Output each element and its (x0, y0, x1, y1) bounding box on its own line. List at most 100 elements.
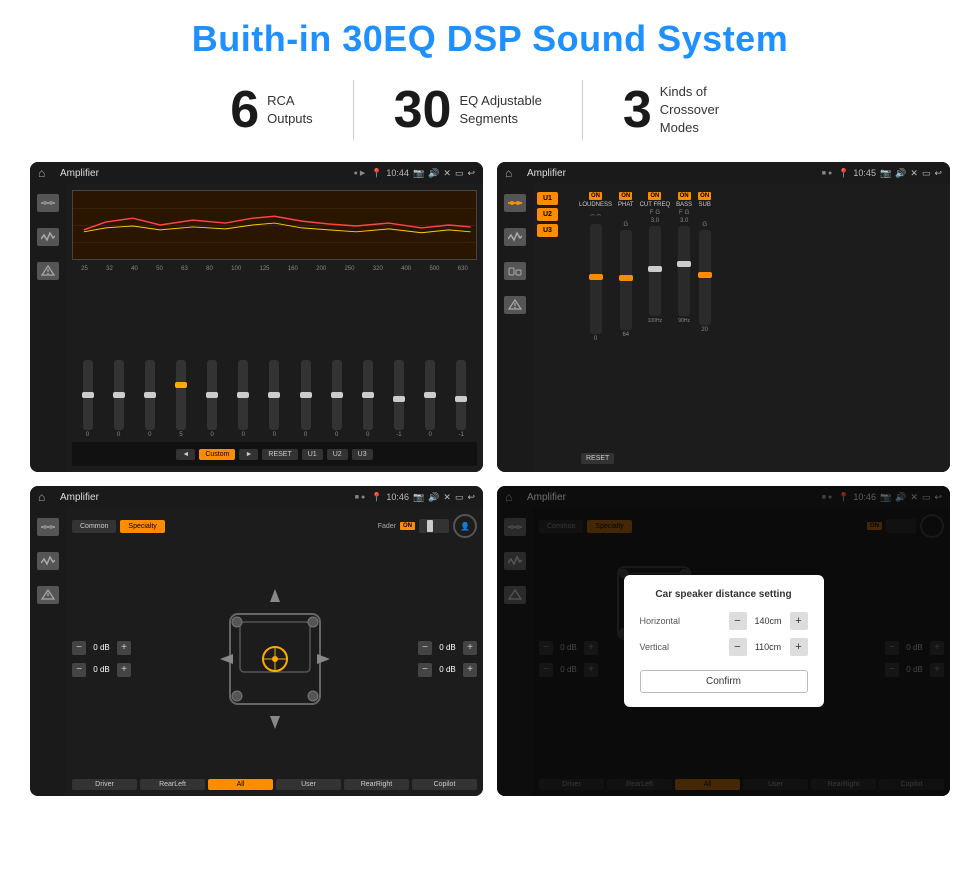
btn-copilot[interactable]: Copilot (412, 779, 477, 790)
close-icon: ✕ (443, 168, 451, 179)
btn-user[interactable]: User (276, 779, 341, 790)
eq-slider-5[interactable]: 0 (238, 360, 248, 438)
specialty-dots: ■ ● (355, 494, 365, 501)
preset-u3[interactable]: U3 (537, 224, 558, 237)
specialty-sidebar-icon-2[interactable] (37, 552, 59, 570)
channel-strips: ON LOUDNESS ⌢ ⌢ 0 (579, 188, 944, 450)
loudness-label: LOUDNESS (579, 202, 612, 208)
eq-slider-7[interactable]: 0 (301, 360, 311, 438)
right-top-minus[interactable]: − (418, 641, 432, 655)
eq-slider-8[interactable]: 0 (332, 360, 342, 438)
crossover-home-icon: ⌂ (505, 165, 521, 181)
volume-icon: 🔊 (428, 168, 439, 179)
tab-common[interactable]: Common (72, 520, 116, 533)
horizontal-value: 140cm (751, 616, 786, 626)
right-bottom-plus[interactable]: + (463, 663, 477, 677)
crossover-header-title: Amplifier (527, 168, 816, 179)
eq-u2-btn[interactable]: U2 (327, 449, 348, 460)
loudness-track[interactable] (590, 224, 602, 334)
crossover-sidebar-icon-4[interactable] (504, 296, 526, 314)
eq-u3-btn[interactable]: U3 (352, 449, 373, 460)
btn-rear-right[interactable]: RearRight (344, 779, 409, 790)
back-icon-3: ↩ (467, 492, 475, 503)
loudness-curve-btns: ⌢ ⌢ (590, 210, 602, 220)
right-top-plus[interactable]: + (463, 641, 477, 655)
location-icon-3: 📍 (371, 492, 382, 503)
phat-track[interactable] (620, 230, 632, 330)
phat-value: 64 (622, 332, 629, 338)
eq-screen-header: ⌂ Amplifier ● ▶ 📍 10:44 📷 🔊 ✕ ▭ ↩ (30, 162, 483, 184)
specialty-layout: − 0 dB + − 0 dB + (72, 543, 477, 774)
crossover-sidebar-icon-2[interactable] (504, 228, 526, 246)
eq-reset-btn[interactable]: RESET (262, 449, 297, 460)
eq-u1-btn[interactable]: U1 (302, 449, 323, 460)
stat-rca-text: RCA Outputs (267, 92, 313, 128)
left-bottom-plus[interactable]: + (117, 663, 131, 677)
eq-slider-10[interactable]: -1 (394, 360, 404, 438)
specialty-sidebar-icon-1[interactable] (37, 518, 59, 536)
eq-sidebar-icon-2[interactable] (37, 228, 59, 246)
vertical-control: − 110cm + (729, 638, 808, 656)
confirm-button[interactable]: Confirm (640, 670, 808, 693)
eq-bottom-bar: ◄ Custom ► RESET U1 U2 U3 (72, 442, 477, 466)
fader-knob[interactable]: 👤 (453, 514, 477, 538)
crossover-reset-btn[interactable]: RESET (581, 453, 614, 464)
btn-driver[interactable]: Driver (72, 779, 137, 790)
horizontal-plus-btn[interactable]: + (790, 612, 808, 630)
stat-crossover: 3 Kinds of Crossover Modes (583, 83, 790, 138)
eq-slider-2[interactable]: 0 (145, 360, 155, 438)
eq-slider-0[interactable]: 0 (83, 360, 93, 438)
eq-slider-12[interactable]: -1 (456, 360, 466, 438)
eq-slider-1[interactable]: 0 (114, 360, 124, 438)
eq-prev-btn[interactable]: ◄ (176, 449, 195, 460)
stat-crossover-number: 3 (623, 84, 652, 136)
eq-sidebar-icon-1[interactable] (37, 194, 59, 212)
eq-custom-btn[interactable]: Custom (199, 449, 235, 460)
screens-grid: ⌂ Amplifier ● ▶ 📍 10:44 📷 🔊 ✕ ▭ ↩ (30, 162, 950, 796)
crossover-sidebar-icon-1[interactable] (504, 194, 526, 212)
camera-icon-2: 📷 (880, 168, 891, 179)
specialty-bottom-buttons: Driver RearLeft All User RearRight Copil… (72, 779, 477, 790)
crossover-sidebar (497, 184, 533, 472)
specialty-header-right: 📍 10:46 📷 🔊 ✕ ▭ ↩ (371, 492, 475, 503)
left-top-plus[interactable]: + (117, 641, 131, 655)
cutfreq-track[interactable] (649, 226, 661, 316)
right-bottom-minus[interactable]: − (418, 663, 432, 677)
eq-slider-6[interactable]: 0 (269, 360, 279, 438)
preset-u1[interactable]: U1 (537, 192, 558, 205)
vertical-minus-btn[interactable]: − (729, 638, 747, 656)
back-icon-2: ↩ (934, 168, 942, 179)
specialty-sidebar-icon-3[interactable] (37, 586, 59, 604)
eq-slider-9[interactable]: 0 (363, 360, 373, 438)
back-icon: ↩ (467, 168, 475, 179)
volume-icon-3: 🔊 (428, 492, 439, 503)
specialty-header: ⌂ Amplifier ■ ● 📍 10:46 📷 🔊 ✕ ▭ ↩ (30, 486, 483, 508)
bass-fg: F G (679, 210, 689, 216)
eq-slider-11[interactable]: 0 (425, 360, 435, 438)
location-icon-2: 📍 (838, 168, 849, 179)
left-top-minus[interactable]: − (72, 641, 86, 655)
eq-slider-3[interactable]: 5 (176, 360, 186, 438)
crossover-header: ⌂ Amplifier ■ ● 📍 10:45 📷 🔊 ✕ ▭ ↩ (497, 162, 950, 184)
crossover-sidebar-icon-3[interactable] (504, 262, 526, 280)
specialty-home-icon: ⌂ (38, 489, 54, 505)
left-bottom-minus[interactable]: − (72, 663, 86, 677)
eq-slider-4[interactable]: 0 (207, 360, 217, 438)
stat-crossover-text: Kinds of Crossover Modes (660, 83, 750, 138)
minimize-icon-2: ▭ (922, 168, 931, 179)
fader-slider[interactable] (419, 519, 449, 533)
horizontal-minus-btn[interactable]: − (729, 612, 747, 630)
bass-track[interactable] (678, 226, 690, 316)
bass-freq-val: 90Hz (678, 318, 690, 324)
eq-sidebar-icon-3[interactable] (37, 262, 59, 280)
preset-u2[interactable]: U2 (537, 208, 558, 221)
tab-specialty[interactable]: Specialty (120, 520, 164, 533)
right-top-db: 0 dB (435, 643, 460, 652)
btn-all[interactable]: All (208, 779, 273, 790)
btn-rear-left[interactable]: RearLeft (140, 779, 205, 790)
cutfreq-hz-top: 3.0 (651, 218, 659, 224)
vertical-plus-btn[interactable]: + (790, 638, 808, 656)
eq-next-btn[interactable]: ► (239, 449, 258, 460)
specialty-tabs: Common Specialty Fader ON 👤 (72, 514, 477, 538)
sub-track[interactable] (699, 230, 711, 325)
